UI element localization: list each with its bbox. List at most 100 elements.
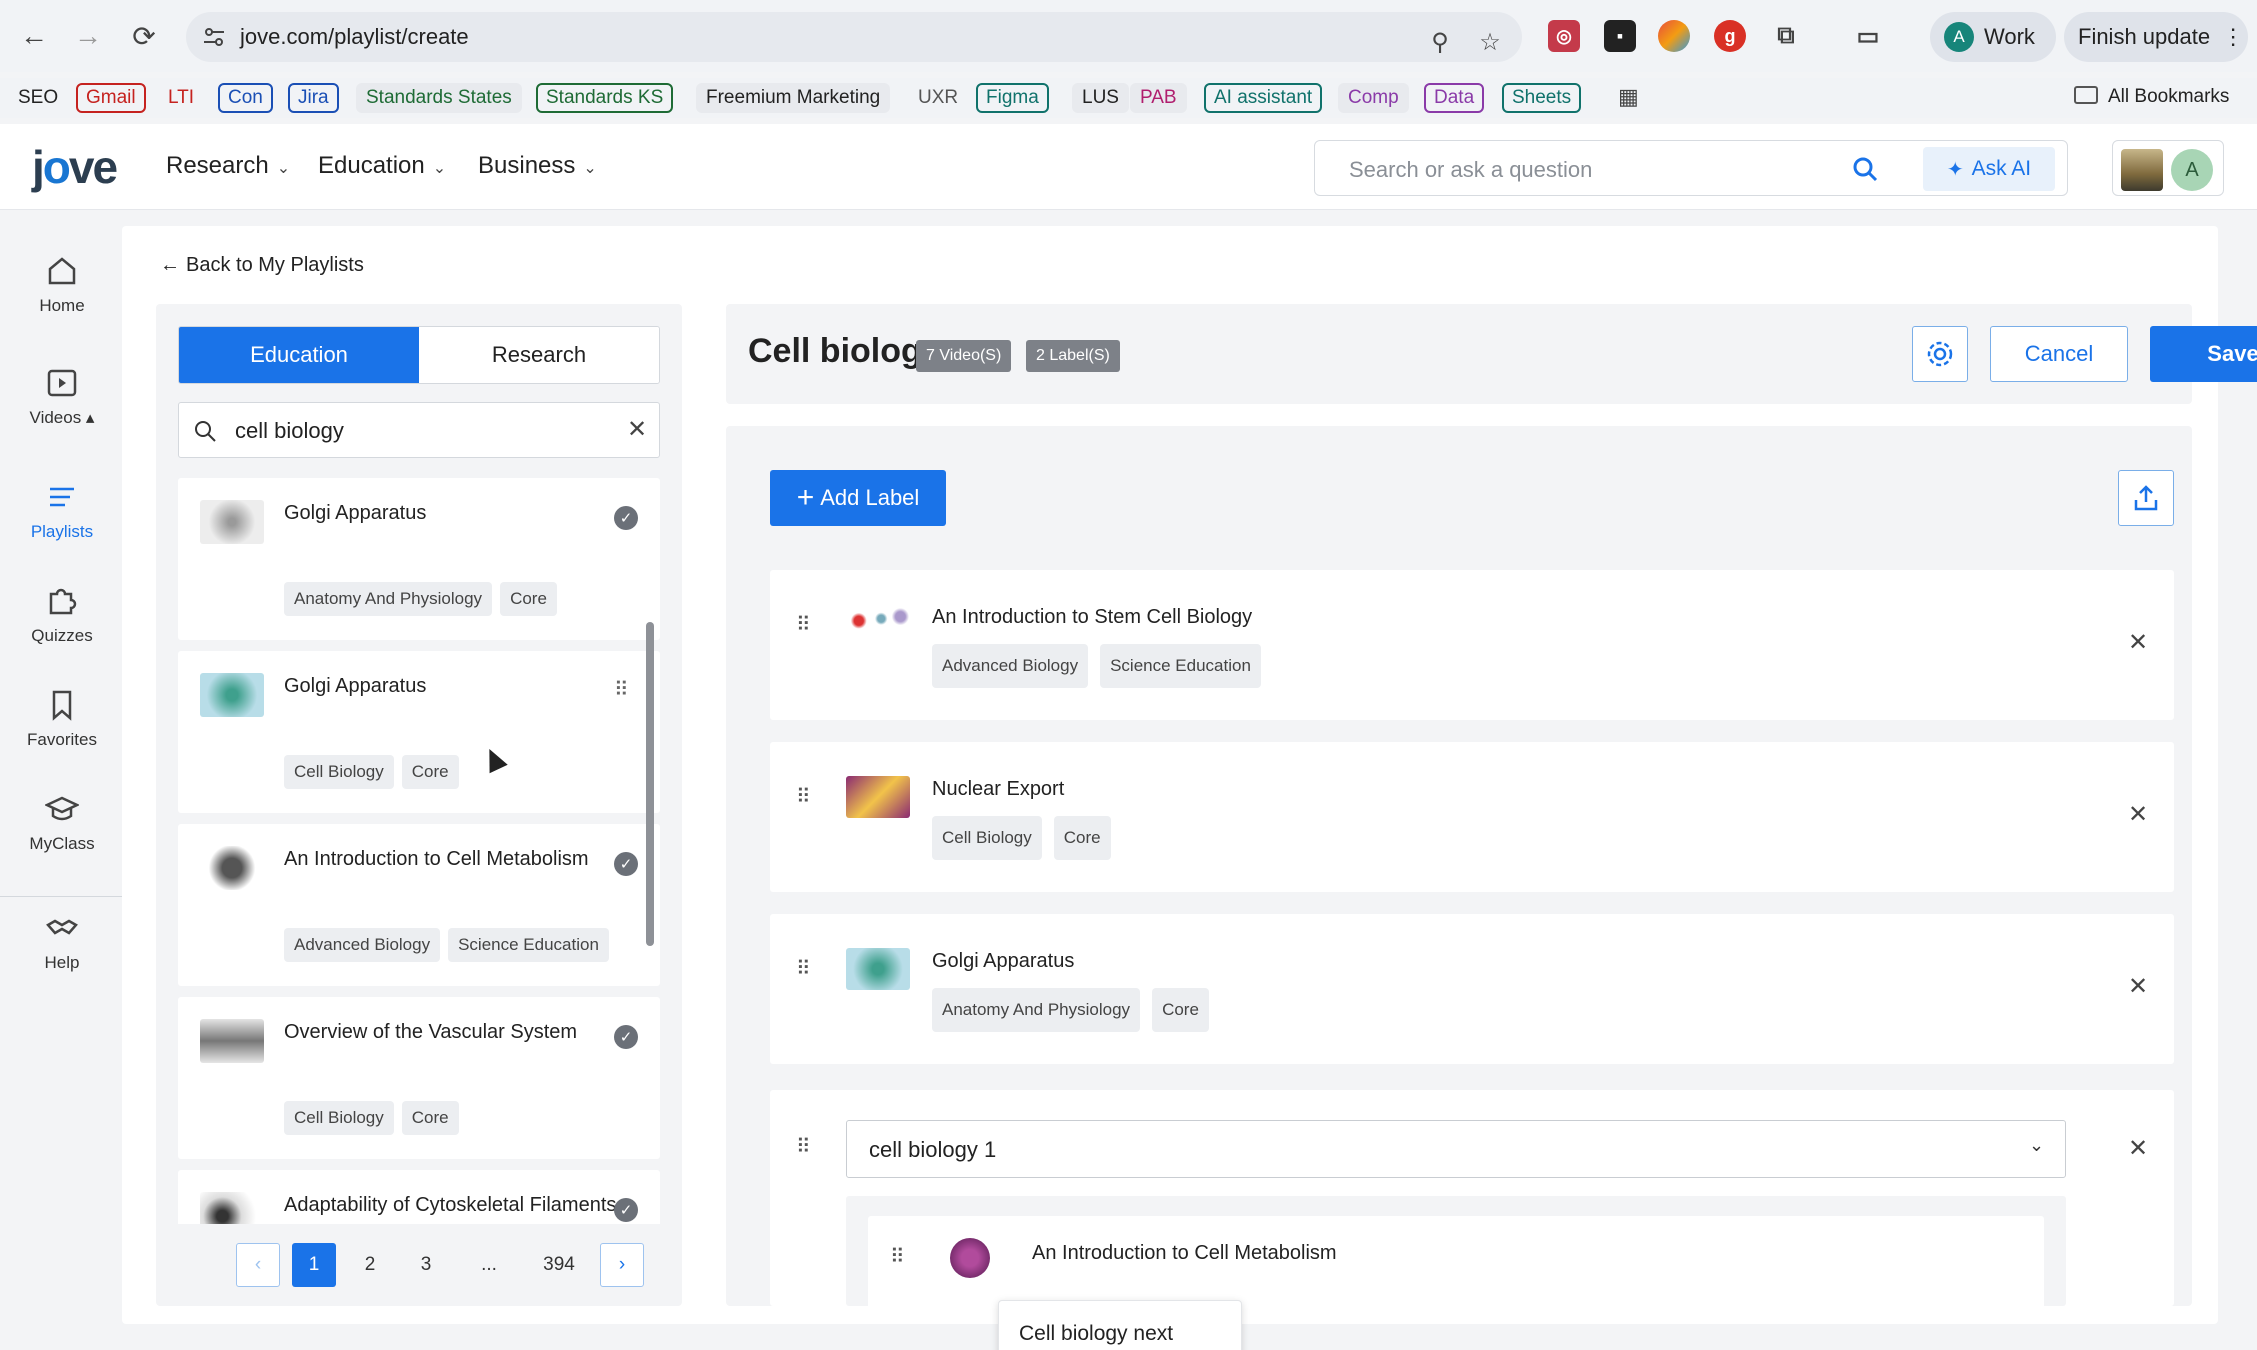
library-search-input[interactable]: cell biology ✕ bbox=[178, 402, 660, 458]
remove-item-icon[interactable]: ✕ bbox=[2128, 800, 2148, 829]
bookmark-freemium-marketing[interactable]: Freemium Marketing bbox=[696, 83, 891, 113]
bookmark-standards-states[interactable]: Standards States bbox=[356, 83, 522, 113]
side-panel-icon[interactable]: ▭ bbox=[1852, 20, 1884, 52]
profile-button[interactable]: A Work bbox=[1930, 12, 2056, 62]
playlist-title[interactable]: Cell biology bbox=[748, 332, 941, 371]
rail-videos-label: Videos ▴ bbox=[29, 408, 95, 427]
playlist-header: Cell biology 7 Video(S) 2 Label(S) Cance… bbox=[726, 304, 2257, 404]
results-scrollbar[interactable] bbox=[646, 622, 654, 946]
apps-grid-icon[interactable]: ▦ bbox=[1608, 82, 1649, 112]
clear-search-icon[interactable]: ✕ bbox=[627, 415, 647, 444]
bookmark-figma[interactable]: Figma bbox=[976, 83, 1049, 113]
playlist-item[interactable]: ⠿ Golgi Apparatus Anatomy And Physiology Co… bbox=[770, 914, 2174, 1064]
remove-label-icon[interactable]: ✕ bbox=[2128, 1134, 2148, 1163]
grammarly-icon[interactable]: g bbox=[1714, 20, 1746, 52]
site-search-input[interactable]: Search or ask a question ✦ Ask AI bbox=[1314, 140, 2068, 196]
drag-handle-icon[interactable]: ⠿ bbox=[614, 677, 629, 702]
rail-home[interactable]: Home bbox=[0, 254, 124, 316]
video-thumbnail bbox=[200, 1019, 264, 1063]
search-icon[interactable] bbox=[1851, 155, 1879, 183]
jove-logo[interactable]: jove bbox=[32, 140, 118, 194]
page-number-button[interactable]: 2 bbox=[348, 1243, 392, 1287]
check-circle-icon[interactable]: ✓ bbox=[614, 852, 638, 876]
rail-playlists[interactable]: Playlists bbox=[0, 480, 124, 542]
bookmark-sheets[interactable]: Sheets bbox=[1502, 83, 1582, 113]
screenshot-extension-icon[interactable]: ◎ bbox=[1548, 20, 1580, 52]
library-result-item[interactable]: Golgi Apparatus ✓ Anatomy And Physiology Co… bbox=[178, 478, 660, 640]
rail-quizzes[interactable]: Quizzes bbox=[0, 584, 124, 646]
save-button[interactable]: Save bbox=[2150, 326, 2257, 382]
all-bookmarks-button[interactable]: All Bookmarks bbox=[2074, 86, 2229, 108]
drag-handle-icon[interactable]: ⠿ bbox=[796, 1134, 811, 1159]
reload-icon[interactable]: ⟳ bbox=[126, 18, 162, 54]
extension-icon[interactable]: ▪ bbox=[1604, 20, 1636, 52]
bookmark-uxr[interactable]: UXR bbox=[908, 83, 968, 113]
remove-item-icon[interactable]: ✕ bbox=[2128, 972, 2148, 1001]
add-label-button[interactable]: + Add Label bbox=[770, 470, 946, 526]
settings-button[interactable] bbox=[1912, 326, 1968, 382]
check-circle-icon[interactable]: ✓ bbox=[614, 506, 638, 530]
star-icon[interactable]: ☆ bbox=[1472, 24, 1508, 60]
subject-tag: Anatomy And Physiology bbox=[932, 988, 1141, 1032]
bookmark-jira[interactable]: Jira bbox=[288, 83, 339, 113]
bookmark-pab[interactable]: PAB bbox=[1130, 83, 1187, 113]
address-bar[interactable]: jove.com/playlist/create ⚲ ☆ bbox=[186, 12, 1522, 62]
bookmark-standards-ks[interactable]: Standards KS bbox=[536, 83, 674, 113]
drag-handle-icon[interactable]: ⠿ bbox=[890, 1244, 905, 1269]
library-result-item[interactable]: Adaptability of Cytoskeletal Filaments ✓ bbox=[178, 1170, 660, 1224]
library-result-item[interactable]: Golgi Apparatus ⠿ Cell Biology Core bbox=[178, 651, 660, 813]
export-button[interactable] bbox=[2118, 470, 2174, 526]
back-to-playlists-link[interactable]: ← Back to My Playlists bbox=[160, 254, 364, 277]
check-circle-icon[interactable]: ✓ bbox=[614, 1198, 638, 1222]
tab-research[interactable]: Research bbox=[419, 327, 659, 383]
forward-arrow-icon[interactable]: → bbox=[70, 18, 106, 54]
page-number-button[interactable]: 1 bbox=[292, 1243, 336, 1287]
zoom-icon[interactable]: ⚲ bbox=[1422, 24, 1458, 60]
subject-tag: Advanced Biology bbox=[932, 644, 1089, 688]
ask-ai-button[interactable]: ✦ Ask AI bbox=[1923, 147, 2055, 191]
page-number-button[interactable]: 394 bbox=[530, 1243, 588, 1287]
finish-update-button[interactable]: Finish update ⋮ bbox=[2064, 12, 2248, 62]
back-arrow-icon[interactable]: ← bbox=[16, 18, 52, 54]
nav-research[interactable]: Research ⌄ bbox=[166, 152, 290, 180]
drag-handle-icon[interactable]: ⠿ bbox=[796, 956, 811, 981]
bookmark-lti[interactable]: LTI bbox=[158, 83, 204, 113]
library-search-value: cell biology bbox=[235, 418, 344, 443]
drag-handle-icon[interactable]: ⠿ bbox=[796, 612, 811, 637]
tab-education[interactable]: Education bbox=[179, 327, 419, 383]
library-result-item[interactable]: Overview of the Vascular System ✓ Cell Bio… bbox=[178, 997, 660, 1159]
puzzle-extensions-icon[interactable]: ⧉ bbox=[1770, 20, 1802, 52]
bookmark-comp[interactable]: Comp bbox=[1338, 83, 1409, 113]
site-settings-icon[interactable] bbox=[202, 26, 226, 48]
bookmark-data[interactable]: Data bbox=[1424, 83, 1485, 113]
drag-handle-icon[interactable]: ⠿ bbox=[796, 784, 811, 809]
video-thumbnail bbox=[950, 1238, 990, 1278]
color-extension-icon[interactable] bbox=[1658, 20, 1690, 52]
nav-education[interactable]: Education ⌄ bbox=[318, 152, 446, 180]
library-result-item[interactable]: An Introduction to Cell Metabolism ✓ Advan… bbox=[178, 824, 660, 986]
bookmark-lus[interactable]: LUS bbox=[1072, 83, 1129, 113]
kebab-menu-icon[interactable]: ⋮ bbox=[2222, 24, 2244, 50]
playlist-item[interactable]: ⠿ An Introduction to Stem Cell Biology Adv… bbox=[770, 570, 2174, 720]
check-circle-icon[interactable]: ✓ bbox=[614, 1025, 638, 1049]
bookmark-ai-assistant[interactable]: AI assistant bbox=[1204, 83, 1323, 113]
next-page-button[interactable]: › bbox=[600, 1243, 644, 1287]
rail-help[interactable]: Help bbox=[0, 896, 124, 973]
video-thumbnail bbox=[200, 500, 264, 544]
prev-page-button[interactable]: ‹ bbox=[236, 1243, 280, 1287]
bookmark-con[interactable]: Con bbox=[218, 83, 273, 113]
bookmark-seo[interactable]: SEO bbox=[8, 83, 68, 113]
rail-myclass[interactable]: MyClass bbox=[0, 792, 124, 854]
rail-favorites[interactable]: Favorites bbox=[0, 688, 124, 750]
nested-playlist-item[interactable]: ⠿ An Introduction to Cell Metabolism bbox=[868, 1216, 2044, 1306]
user-menu[interactable]: A bbox=[2112, 140, 2224, 196]
library-results[interactable]: Golgi Apparatus ✓ Anatomy And Physiology Co… bbox=[178, 478, 660, 1224]
bookmark-gmail[interactable]: Gmail bbox=[76, 83, 146, 113]
rail-videos[interactable]: Videos ▴ bbox=[0, 366, 124, 428]
label-select[interactable]: cell biology 1 ⌄ bbox=[846, 1120, 2066, 1178]
playlist-item[interactable]: ⠿ Nuclear Export Cell Biology Core ✕ bbox=[770, 742, 2174, 892]
cancel-button[interactable]: Cancel bbox=[1990, 326, 2128, 382]
page-number-button[interactable]: 3 bbox=[404, 1243, 448, 1287]
nav-business[interactable]: Business ⌄ bbox=[478, 152, 597, 180]
remove-item-icon[interactable]: ✕ bbox=[2128, 628, 2148, 657]
